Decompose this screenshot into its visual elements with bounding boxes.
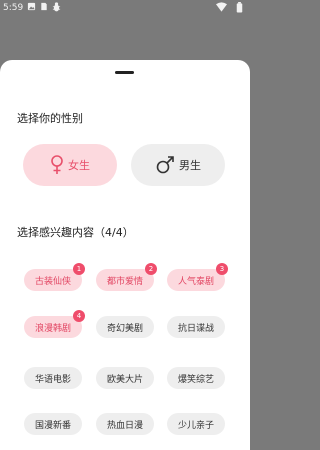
selection-order-badge: 2 — [145, 263, 157, 275]
battery-icon — [236, 2, 243, 16]
gender-male-button[interactable]: 男生 — [131, 144, 225, 186]
interest-chip-label: 浪漫韩剧 — [34, 323, 71, 334]
interest-chip-label: 华语电影 — [34, 374, 71, 385]
interest-chip[interactable]: 人气泰剧 3 — [167, 263, 228, 291]
interest-chip[interactable]: 国漫新番 — [24, 413, 82, 435]
interest-chip-label: 少儿亲子 — [177, 420, 214, 431]
interest-chip[interactable]: 少儿亲子 — [167, 413, 225, 435]
interest-chip[interactable]: 抗日谍战 — [167, 316, 225, 338]
interest-chip[interactable]: 华语电影 — [24, 367, 82, 389]
bug-icon — [52, 2, 61, 15]
image-icon — [27, 2, 36, 14]
interest-chip[interactable]: 奇幻美剧 — [96, 316, 154, 338]
interest-chip[interactable]: 都市爱情 2 — [96, 263, 157, 291]
sim-icon — [40, 2, 48, 14]
interest-chip[interactable]: 古装仙侠 1 — [24, 263, 85, 291]
interest-section-title: 选择感兴趣内容（4/4） — [17, 226, 134, 239]
wifi-icon — [216, 2, 227, 15]
interest-chip[interactable]: 爆笑综艺 — [167, 367, 225, 389]
interest-chip-label: 都市爱情 — [106, 276, 143, 287]
selection-order-badge: 1 — [73, 263, 85, 275]
status-bar: 5:59 — [0, 0, 250, 18]
interest-chip-label: 古装仙侠 — [34, 276, 71, 287]
interest-chip-label: 爆笑综艺 — [177, 374, 214, 385]
gender-female-button[interactable]: 女生 — [23, 144, 117, 186]
interest-chip-label: 热血日漫 — [106, 420, 143, 431]
status-time: 5:59 — [3, 3, 24, 13]
female-icon — [51, 155, 63, 174]
gender-male-label: 男生 — [179, 159, 201, 172]
interest-chip[interactable]: 热血日漫 — [96, 413, 154, 435]
interest-chip-label: 人气泰剧 — [177, 276, 214, 287]
gender-female-label: 女生 — [68, 159, 90, 172]
male-icon — [156, 156, 174, 174]
interest-chip-label: 奇幻美剧 — [106, 323, 143, 334]
interest-chip-label: 抗日谍战 — [177, 323, 214, 334]
interest-chip-label: 欧美大片 — [106, 374, 143, 385]
interest-chip-label: 国漫新番 — [34, 420, 71, 431]
interest-selection-sheet: 选择你的性别 女生 男生 选择感兴趣内容（4/4） 古装仙侠 1 都市爱情 2 人气泰剧… — [0, 60, 250, 450]
selection-order-badge: 3 — [216, 263, 228, 275]
sheet-drag-handle[interactable] — [115, 71, 134, 74]
interest-chip[interactable]: 浪漫韩剧 4 — [24, 310, 85, 338]
dimmed-backdrop[interactable] — [0, 18, 250, 60]
interest-chip[interactable]: 欧美大片 — [96, 367, 154, 389]
selection-order-badge: 4 — [73, 310, 85, 322]
gender-section-title: 选择你的性别 — [17, 112, 83, 125]
